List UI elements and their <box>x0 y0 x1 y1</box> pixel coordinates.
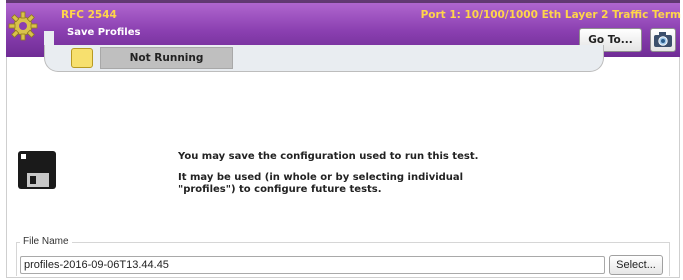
test-status: Not Running <box>100 47 233 69</box>
save-message-line1: You may save the configuration used to r… <box>178 151 479 162</box>
port-info: Port 1: 10/100/1000 Eth Layer 2 Traffic … <box>420 9 681 21</box>
gear-icon[interactable] <box>8 11 38 41</box>
file-name-label: File Name <box>20 236 72 247</box>
test-name: RFC 2544 <box>61 9 117 21</box>
camera-icon <box>654 32 672 47</box>
screenshot-button[interactable] <box>650 28 676 52</box>
header-top-edge <box>6 0 680 3</box>
select-button[interactable]: Select... <box>609 255 663 275</box>
save-message-line2: It may be used (in whole or by selecting… <box>178 172 464 195</box>
floppy-disk-icon <box>18 151 56 189</box>
page-title: Save Profiles <box>67 27 141 38</box>
status-flag-icon[interactable] <box>71 48 93 68</box>
file-name-input[interactable]: profiles-2016-09-06T13.44.45 <box>20 256 605 274</box>
